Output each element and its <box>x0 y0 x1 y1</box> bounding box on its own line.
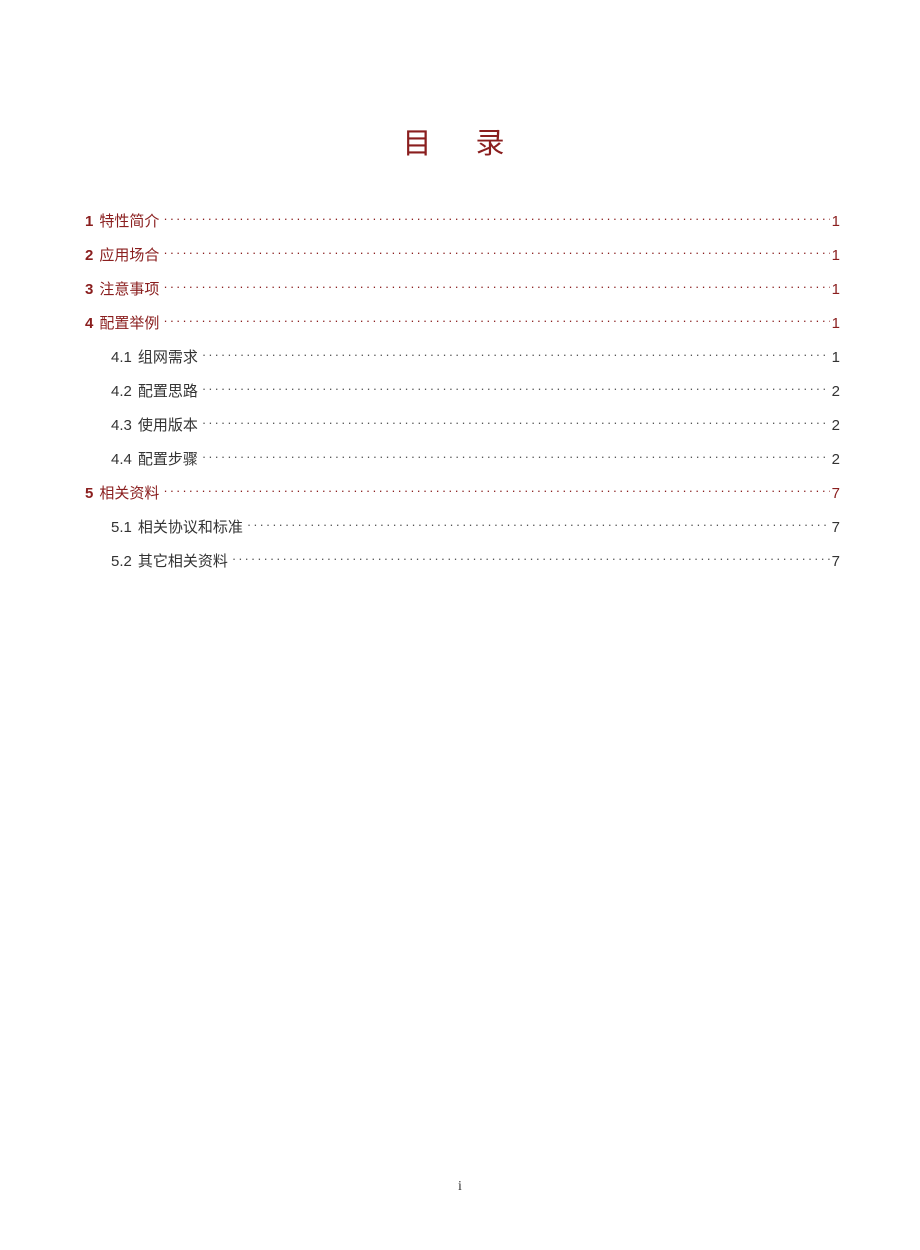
toc-title: 目 录 <box>85 120 840 162</box>
toc-entry-label: 配置步骤 <box>138 448 198 469</box>
toc-entry-label: 特性简介 <box>99 210 159 231</box>
toc-entry-label: 配置举例 <box>99 312 159 333</box>
toc-leader-dots <box>163 279 829 294</box>
toc-leader-dots <box>202 381 830 396</box>
toc-entry-page: 1 <box>832 315 840 332</box>
toc-entry[interactable]: 4.3 使用版本 2 <box>85 414 840 435</box>
toc-entry-number: 5 <box>85 485 93 502</box>
toc-entry[interactable]: 4.4 配置步骤 2 <box>85 448 840 469</box>
toc-entry-page: 2 <box>832 417 840 434</box>
toc-entry-number: 1 <box>85 213 93 230</box>
toc-leader-dots <box>202 449 830 464</box>
toc-entry-number: 4.1 <box>111 349 132 366</box>
toc-entry-page: 2 <box>832 451 840 468</box>
toc-entry-label: 组网需求 <box>138 346 198 367</box>
toc-leader-dots <box>163 313 829 328</box>
toc-entry-label: 相关协议和标准 <box>138 516 243 537</box>
toc-leader-dots <box>163 211 829 226</box>
toc-entry[interactable]: 5.2 其它相关资料 7 <box>85 550 840 571</box>
toc-entry[interactable]: 4 配置举例 1 <box>85 312 840 333</box>
toc-entry[interactable]: 2 应用场合 1 <box>85 244 840 265</box>
page-number: i <box>0 1179 920 1195</box>
toc-list: 1 特性简介 1 2 应用场合 1 3 注意事项 1 4 配置举例 1 4.1 组网需求 1 4.2 配置思路 2… <box>85 210 840 571</box>
toc-entry-label: 使用版本 <box>138 414 198 435</box>
toc-entry[interactable]: 5.1 相关协议和标准 7 <box>85 516 840 537</box>
toc-entry[interactable]: 4.1 组网需求 1 <box>85 346 840 367</box>
toc-leader-dots <box>163 245 829 260</box>
toc-entry-label: 相关资料 <box>99 482 159 503</box>
toc-entry-label: 配置思路 <box>138 380 198 401</box>
toc-entry[interactable]: 3 注意事项 1 <box>85 278 840 299</box>
toc-entry-label: 注意事项 <box>99 278 159 299</box>
toc-entry-number: 4.4 <box>111 451 132 468</box>
toc-entry-page: 2 <box>832 383 840 400</box>
toc-entry[interactable]: 5 相关资料 7 <box>85 482 840 503</box>
toc-leader-dots <box>202 415 830 430</box>
toc-entry-page: 7 <box>832 519 840 536</box>
toc-entry-number: 3 <box>85 281 93 298</box>
toc-entry-page: 7 <box>832 485 840 502</box>
toc-leader-dots <box>202 347 830 362</box>
toc-entry-page: 1 <box>832 213 840 230</box>
toc-entry-number: 4 <box>85 315 93 332</box>
toc-entry-number: 4.3 <box>111 417 132 434</box>
toc-entry-page: 7 <box>832 553 840 570</box>
toc-entry-number: 5.2 <box>111 553 132 570</box>
document-page: 目 录 1 特性简介 1 2 应用场合 1 3 注意事项 1 4 配置举例 1 4.1 组网需求 1 4.2 配… <box>0 0 920 1250</box>
toc-entry[interactable]: 4.2 配置思路 2 <box>85 380 840 401</box>
toc-entry[interactable]: 1 特性简介 1 <box>85 210 840 231</box>
toc-leader-dots <box>232 551 830 566</box>
toc-leader-dots <box>163 483 829 498</box>
toc-entry-page: 1 <box>832 247 840 264</box>
toc-entry-number: 2 <box>85 247 93 264</box>
toc-entry-number: 5.1 <box>111 519 132 536</box>
toc-entry-page: 1 <box>832 281 840 298</box>
toc-entry-label: 应用场合 <box>99 244 159 265</box>
toc-entry-number: 4.2 <box>111 383 132 400</box>
toc-entry-page: 1 <box>832 349 840 366</box>
toc-entry-label: 其它相关资料 <box>138 550 228 571</box>
toc-leader-dots <box>247 517 830 532</box>
